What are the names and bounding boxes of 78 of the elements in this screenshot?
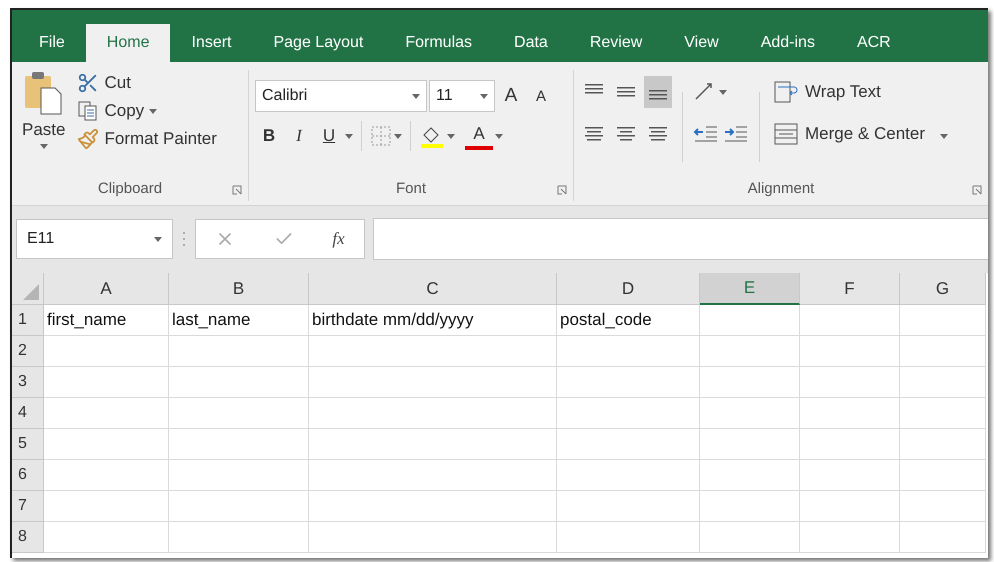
row-header[interactable]: 8: [12, 522, 44, 553]
grip-icon: [181, 229, 187, 249]
underline-button[interactable]: U: [315, 120, 343, 152]
dialog-launcher-icon[interactable]: [557, 185, 567, 195]
decrease-indent-icon[interactable]: [693, 124, 719, 144]
formula-input[interactable]: [373, 218, 988, 260]
caret-icon: [447, 134, 455, 138]
dialog-launcher-icon[interactable]: [972, 185, 982, 195]
column-header[interactable]: D: [557, 273, 700, 305]
ribbon-tab[interactable]: Add-ins: [740, 24, 836, 62]
ribbon-tab[interactable]: Data: [493, 24, 569, 62]
name-box[interactable]: E11: [16, 219, 173, 259]
caret-icon: [40, 144, 48, 149]
table-cell: last_name: [169, 305, 309, 336]
ribbon-tab[interactable]: Page Layout: [252, 24, 384, 62]
copy-icon: [77, 100, 100, 122]
shrink-font-button[interactable]: A: [527, 80, 555, 112]
ribbon-tab[interactable]: Formulas: [384, 24, 494, 62]
align-icon: [617, 87, 635, 97]
caret-icon: [719, 90, 727, 94]
paintbrush-icon: [77, 128, 100, 150]
cut-button[interactable]: Cut: [73, 70, 221, 96]
align-icon: [585, 127, 603, 141]
font-color-button[interactable]: A: [465, 122, 493, 150]
bold-button[interactable]: B: [255, 120, 283, 152]
row-header[interactable]: 5: [12, 429, 44, 460]
merge-center-button[interactable]: Merge & Center: [770, 118, 952, 150]
caret-icon: [149, 108, 158, 114]
row-header[interactable]: 6: [12, 460, 44, 491]
ribbon-tab[interactable]: ACR: [836, 24, 912, 62]
column-header[interactable]: F: [800, 273, 900, 305]
font-size-dropdown[interactable]: 11: [429, 80, 495, 112]
column-header[interactable]: E: [700, 273, 800, 305]
row-header[interactable]: 2: [12, 336, 44, 367]
ribbon-tab[interactable]: View: [663, 24, 740, 62]
row-header[interactable]: 4: [12, 398, 44, 429]
scissors-icon: [77, 72, 100, 94]
wrap-text-button[interactable]: Wrap Text: [770, 76, 952, 108]
increase-indent-icon[interactable]: [723, 124, 749, 144]
column-header[interactable]: A: [44, 273, 169, 305]
paste-button[interactable]: Paste: [18, 118, 70, 142]
font-name-dropdown[interactable]: Calibri: [255, 80, 427, 112]
ribbon-tab[interactable]: Home: [86, 24, 170, 62]
caret-icon: [480, 94, 488, 98]
vertical-align-button[interactable]: [644, 76, 672, 108]
group-label: Alignment: [746, 179, 816, 199]
column-header[interactable]: G: [900, 273, 986, 305]
format-painter-button[interactable]: Format Painter: [73, 126, 221, 152]
wrap-text-icon: [774, 80, 800, 104]
ribbon-tab[interactable]: Insert: [170, 24, 252, 62]
column-header[interactable]: B: [169, 273, 309, 305]
align-icon: [649, 90, 667, 100]
table-cell: postal_code: [557, 305, 700, 336]
align-icon: [617, 127, 635, 141]
caret-icon: [154, 236, 162, 242]
column-header[interactable]: C: [309, 273, 557, 305]
merge-cells-icon: [774, 122, 800, 146]
row-header[interactable]: 3: [12, 367, 44, 398]
italic-button[interactable]: I: [285, 120, 313, 152]
row-header[interactable]: 7: [12, 491, 44, 522]
group-label: Clipboard: [96, 179, 164, 199]
dialog-launcher-icon[interactable]: [232, 185, 242, 195]
group-label: Font: [394, 179, 427, 199]
table-cell: birthdate mm/dd/yyyy: [309, 305, 557, 336]
caret-icon: [394, 134, 402, 138]
ribbon-tab[interactable]: Review: [568, 24, 664, 62]
ribbon-tab[interactable]: File: [18, 24, 86, 62]
caret-icon: [345, 134, 353, 138]
caret-icon: [495, 134, 503, 138]
grow-font-button[interactable]: A: [497, 80, 525, 112]
caret-icon: [940, 134, 948, 139]
align-icon: [649, 127, 667, 141]
row-header[interactable]: 1: [12, 305, 44, 336]
align-icon: [585, 84, 603, 94]
caret-icon: [412, 94, 420, 98]
copy-button[interactable]: Copy: [73, 98, 221, 124]
insert-function-button[interactable]: fx: [332, 229, 345, 249]
table-cell: first_name: [44, 305, 169, 336]
